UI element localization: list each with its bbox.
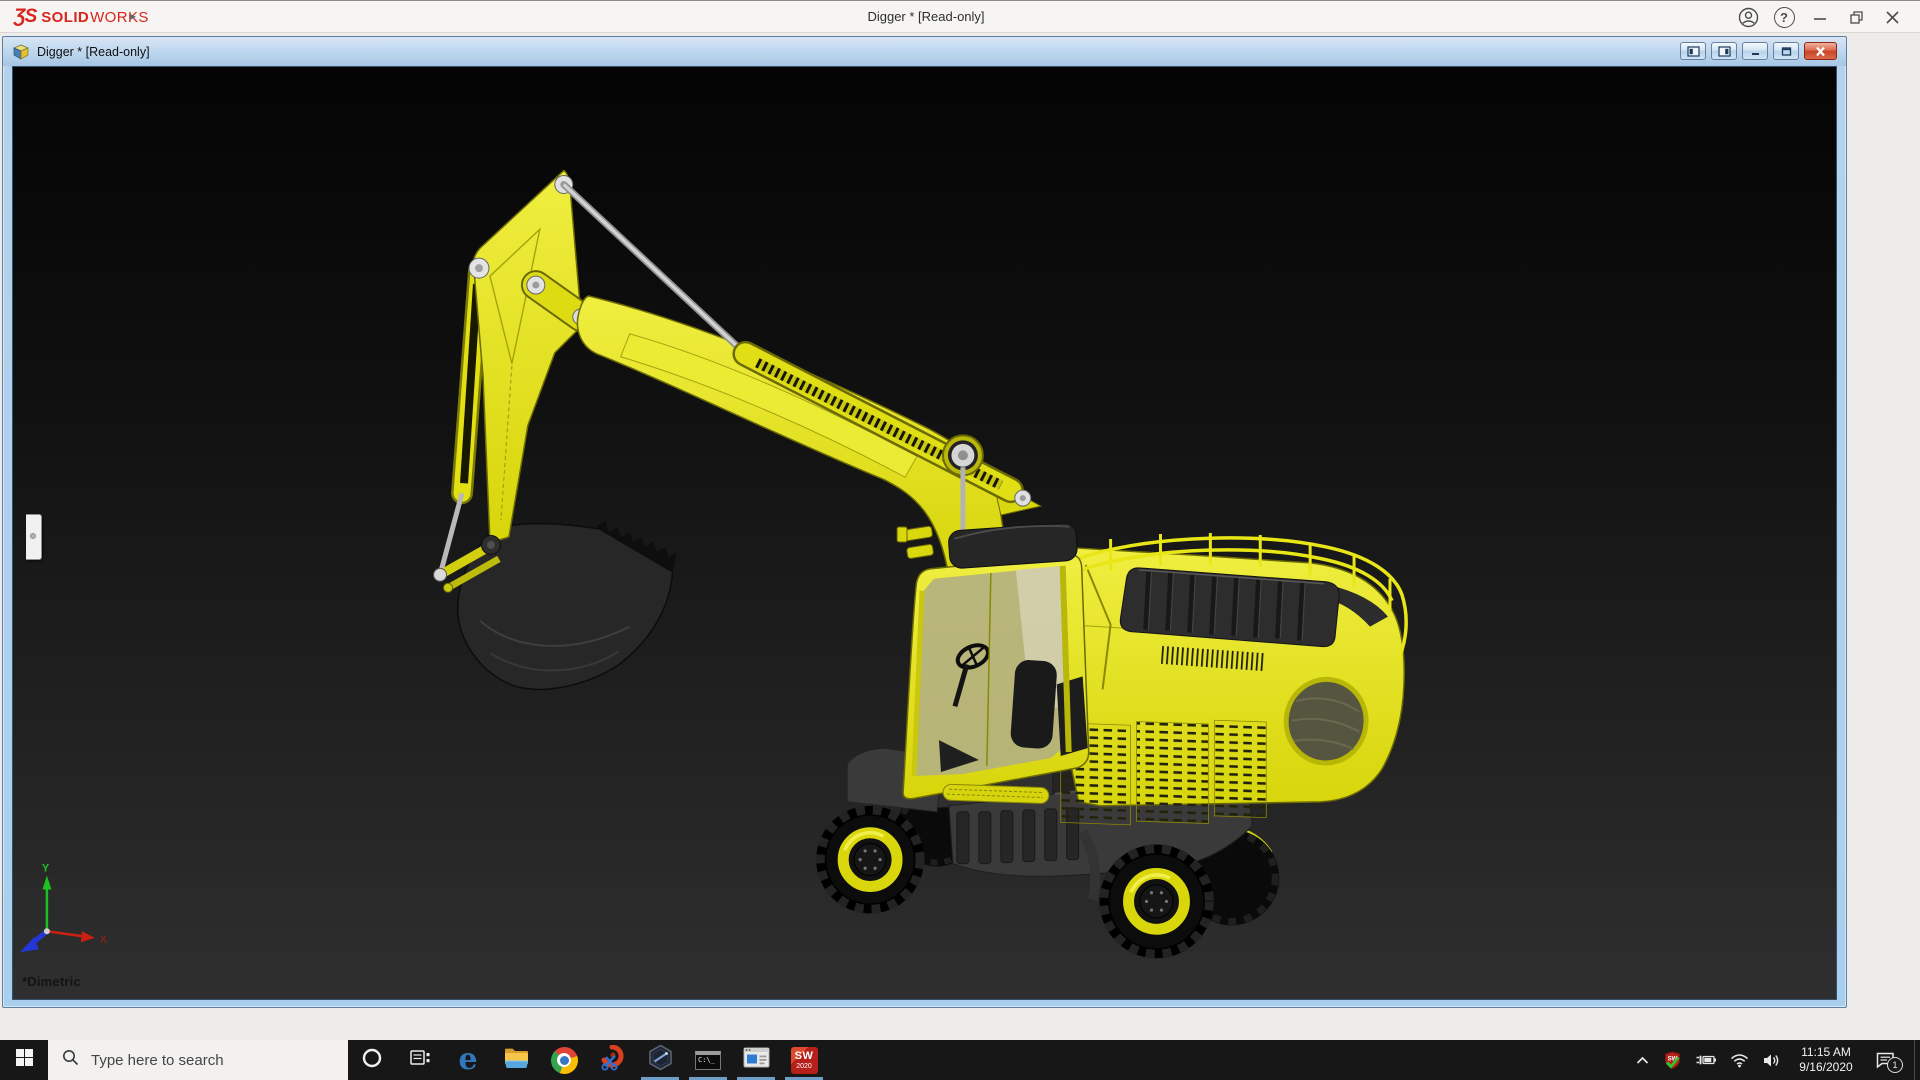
triad-y-label: Y bbox=[42, 863, 50, 875]
doc-close-button[interactable] bbox=[1804, 42, 1837, 60]
task-view-button[interactable] bbox=[396, 1040, 444, 1080]
help-icon: ? bbox=[1773, 7, 1795, 28]
close-button[interactable] bbox=[1874, 1, 1910, 34]
taskbar-edge[interactable]: e bbox=[444, 1040, 492, 1080]
doc-restore-button[interactable] bbox=[1773, 42, 1799, 60]
file-explorer-icon bbox=[503, 1046, 530, 1074]
close-icon bbox=[1885, 10, 1900, 25]
taskbar-media-viewer[interactable] bbox=[732, 1040, 780, 1080]
orientation-triad: Y X bbox=[19, 863, 108, 953]
front-left-wheel bbox=[815, 805, 925, 914]
view-orientation-label: *Dimetric bbox=[22, 974, 81, 989]
dipper-arm bbox=[468, 169, 583, 555]
taskbar-empty-space bbox=[828, 1040, 1635, 1080]
help-button[interactable]: ? bbox=[1766, 1, 1802, 34]
solidworks-2020-icon: SW 2020 bbox=[790, 1046, 818, 1074]
minimize-icon bbox=[1812, 10, 1828, 26]
clock-time: 11:15 AM bbox=[1801, 1045, 1851, 1059]
document-titlebar[interactable]: Digger * [Read-only] bbox=[3, 37, 1846, 66]
taskbar-clock[interactable]: 11:15 AM 9/16/2020 bbox=[1794, 1045, 1858, 1075]
show-desktop-button[interactable] bbox=[1914, 1040, 1920, 1080]
account-icon bbox=[1738, 7, 1759, 28]
excavator-model[interactable]: Y X bbox=[13, 67, 1836, 999]
task-view-icon bbox=[409, 1048, 431, 1073]
taskbar-command-prompt[interactable]: C:\_ bbox=[684, 1040, 732, 1080]
minimize-button[interactable] bbox=[1802, 1, 1838, 34]
cab bbox=[896, 522, 1090, 804]
doc-minimize-button[interactable] bbox=[1742, 42, 1768, 60]
pane-next-button[interactable] bbox=[1711, 42, 1737, 60]
cortana-button[interactable] bbox=[348, 1040, 396, 1080]
power-battery-icon[interactable] bbox=[1695, 1053, 1717, 1067]
app-window-title: Digger * [Read-only] bbox=[867, 9, 985, 24]
search-icon bbox=[62, 1049, 79, 1071]
document-title: Digger * [Read-only] bbox=[37, 44, 150, 59]
chrome-icon bbox=[550, 1046, 578, 1074]
upper-body bbox=[1058, 533, 1408, 826]
solidworks-resource-monitor-icon[interactable]: SW bbox=[1663, 1050, 1682, 1070]
show-hidden-icons-button[interactable] bbox=[1635, 1055, 1650, 1066]
part-document-icon bbox=[13, 44, 30, 60]
volume-icon[interactable] bbox=[1762, 1053, 1781, 1068]
pane-previous-button[interactable] bbox=[1680, 42, 1706, 60]
triad-x-label: X bbox=[100, 934, 108, 946]
start-button[interactable] bbox=[0, 1040, 48, 1080]
taskbar-chrome[interactable] bbox=[540, 1040, 588, 1080]
graphics-viewport[interactable]: Y X *Dimetric bbox=[12, 66, 1837, 1000]
rear-left-wheel bbox=[1099, 844, 1214, 959]
command-prompt-icon: C:\_ bbox=[695, 1050, 721, 1070]
search-input[interactable] bbox=[89, 1050, 333, 1070]
screen-capture-icon bbox=[599, 1043, 625, 1076]
taskbar-solidworks[interactable]: SW 2020 bbox=[780, 1040, 828, 1080]
taskbar-screen-capture[interactable] bbox=[588, 1040, 636, 1080]
taskbar-search[interactable] bbox=[48, 1040, 348, 1080]
notification-badge: 1 bbox=[1887, 1057, 1903, 1073]
system-tray: SW 11:15 AM 9/16/2020 1 bbox=[1635, 1040, 1914, 1080]
account-button[interactable] bbox=[1730, 1, 1766, 34]
restore-button[interactable] bbox=[1838, 1, 1874, 34]
wifi-icon[interactable] bbox=[1730, 1053, 1749, 1068]
action-center-button[interactable]: 1 bbox=[1875, 1051, 1903, 1073]
restore-icon bbox=[1848, 9, 1865, 26]
pane-tab-grip-icon bbox=[30, 533, 36, 539]
app-titlebar: ƷS SOLID WORKS ▸ Digger * [Read-only] ? bbox=[0, 0, 1920, 33]
windows-logo-icon bbox=[15, 1049, 33, 1071]
taskbar-file-explorer[interactable] bbox=[492, 1040, 540, 1080]
clock-date: 9/16/2020 bbox=[1799, 1060, 1853, 1074]
taskbar-hexagon-app[interactable] bbox=[636, 1040, 684, 1080]
feature-manager-collapsed-tab[interactable] bbox=[26, 514, 42, 560]
cortana-icon bbox=[361, 1047, 383, 1074]
document-window: Digger * [Read-only] Y X *Dimetric bbox=[2, 36, 1847, 1008]
taskbar: e C:\_ SW 2020 bbox=[0, 1040, 1920, 1080]
media-viewer-icon bbox=[743, 1046, 770, 1074]
hexagon-app-icon bbox=[647, 1044, 674, 1076]
edge-icon: e bbox=[458, 1042, 478, 1077]
